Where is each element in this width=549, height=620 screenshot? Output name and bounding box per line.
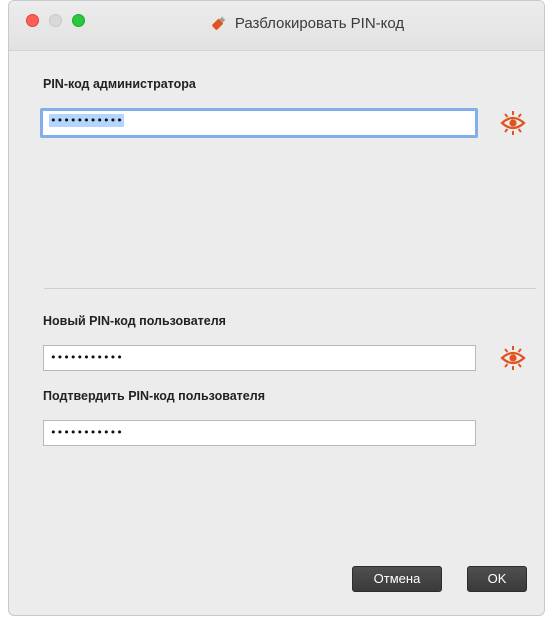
unlock-pin-dialog: Разблокировать PIN-код PIN-код администр…: [8, 0, 545, 616]
admin-pin-input[interactable]: •••••••••••: [40, 108, 478, 138]
section-divider: [44, 288, 536, 289]
window-title: Разблокировать PIN-код: [234, 14, 405, 32]
confirm-pin-value: •••••••••••: [50, 426, 123, 439]
new-pin-input[interactable]: •••••••••••: [43, 345, 476, 371]
new-pin-label: Новый PIN-код пользователя: [43, 314, 226, 328]
usb-key-icon: [212, 16, 226, 30]
eye-icon[interactable]: [499, 109, 527, 137]
confirm-pin-input[interactable]: •••••••••••: [43, 420, 476, 446]
admin-pin-value: •••••••••••: [49, 114, 124, 127]
ok-button[interactable]: OK: [467, 566, 527, 592]
admin-pin-label: PIN-код администратора: [43, 77, 196, 91]
new-pin-value: •••••••••••: [50, 351, 123, 364]
confirm-pin-label: Подтвердить PIN-код пользователя: [43, 389, 265, 403]
title-bar: Разблокировать PIN-код: [9, 1, 544, 51]
cancel-button[interactable]: Отмена: [352, 566, 442, 592]
eye-icon[interactable]: [499, 344, 527, 372]
